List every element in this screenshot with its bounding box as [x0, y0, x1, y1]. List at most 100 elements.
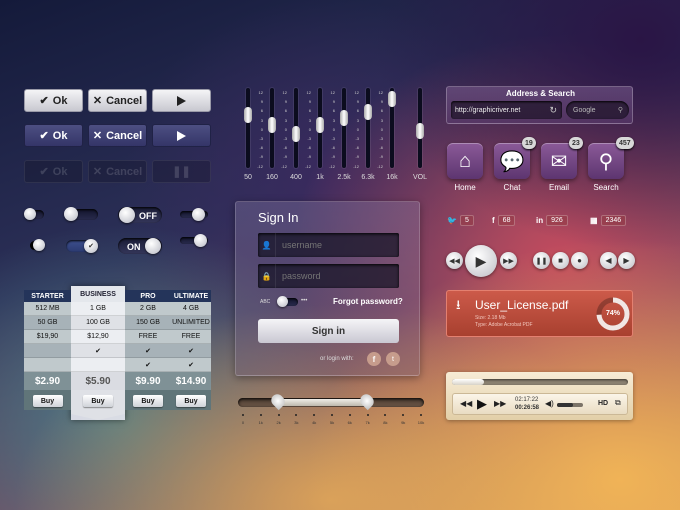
range-tick-label: 5k — [329, 420, 335, 425]
buy-button[interactable]: Buy — [133, 395, 163, 407]
rewind-icon[interactable]: ◀◀ — [460, 399, 472, 408]
download-icon[interactable]: ⭳ — [456, 296, 461, 318]
check-icon[interactable]: ✔ — [84, 239, 98, 253]
eq-slider-track[interactable] — [366, 88, 370, 168]
slim-toggle[interactable] — [64, 207, 98, 221]
eq-slider-knob[interactable] — [416, 123, 424, 140]
search-field[interactable]: Google ⚲ — [566, 101, 629, 119]
toggle-knob[interactable] — [277, 296, 288, 307]
social-count: 2346 — [600, 215, 627, 226]
eq-slider-knob[interactable] — [244, 107, 252, 124]
range-slider[interactable]: 0 1k 2k 3k 4k 5k 6k 7k 8k 9k 10k — [236, 391, 426, 428]
volume-icon[interactable]: ◀) — [545, 399, 554, 408]
password-input[interactable] — [282, 271, 392, 281]
eq-scale-label: -3 — [355, 136, 359, 141]
play-button[interactable] — [152, 89, 211, 112]
toggle-knob[interactable] — [64, 207, 78, 221]
eq-scale-label: 6 — [380, 108, 383, 114]
toggle-knob[interactable] — [24, 208, 36, 220]
app-home-button[interactable]: ⌂ — [447, 143, 483, 179]
forward-button[interactable]: ▶▶ — [500, 252, 517, 269]
username-field[interactable]: 👤 — [258, 233, 399, 257]
social-counter[interactable]: f 68 — [492, 213, 516, 228]
eq-slider-track[interactable] — [342, 88, 346, 168]
eq-slider-knob[interactable] — [388, 91, 396, 108]
tiny-toggle-on[interactable] — [180, 234, 208, 247]
signin-button[interactable]: Sign in — [258, 319, 399, 343]
forgot-password-link[interactable]: Forgot password? — [333, 297, 403, 306]
eq-scale-label: 12 — [258, 90, 263, 95]
volume-track[interactable] — [557, 403, 583, 407]
username-input[interactable] — [282, 240, 392, 250]
eq-slider-knob[interactable] — [340, 110, 348, 127]
eq-slider-knob[interactable] — [364, 104, 372, 120]
eq-scale-label: 9 — [380, 99, 383, 105]
toggle-knob[interactable] — [194, 234, 207, 247]
record-button[interactable]: ● — [571, 252, 588, 269]
buy-button[interactable]: Buy — [83, 395, 113, 407]
social-counter[interactable]: in 926 — [536, 213, 568, 228]
fullscreen-icon[interactable]: ⧉ — [615, 398, 621, 408]
show-password-toggle[interactable] — [277, 296, 298, 307]
range-tick-label: 7k — [365, 420, 370, 425]
stop-button[interactable]: ■ — [552, 252, 569, 269]
off-toggle[interactable]: OFF — [118, 207, 162, 223]
next-button[interactable]: ▶ — [618, 252, 635, 269]
range-tick-label: 9k — [401, 420, 406, 425]
address-title: Address & Search — [506, 89, 575, 98]
eq-scale-label: 3 — [332, 117, 335, 123]
buy-button[interactable]: Buy — [32, 395, 63, 407]
eq-scale-label: -12 — [281, 163, 287, 169]
social-count: 926 — [546, 215, 568, 226]
tiny-toggle[interactable] — [180, 208, 208, 221]
toggle-knob[interactable] — [192, 208, 205, 221]
pause-icon: ❚❚ — [172, 166, 191, 178]
eq-slider-knob[interactable] — [292, 126, 300, 143]
mini-toggle[interactable] — [24, 208, 44, 220]
pause-icon: ❚❚ — [535, 257, 548, 265]
cancel-button[interactable]: ✕ Cancel — [88, 89, 147, 112]
pause-button[interactable]: ❚❚ — [533, 252, 550, 269]
play-icon[interactable]: ▶ — [477, 396, 487, 412]
play-button-dark[interactable] — [152, 124, 211, 147]
mini-toggle-on[interactable] — [30, 239, 45, 251]
range-handle-high[interactable] — [357, 391, 376, 411]
search-icon[interactable]: ⚲ — [618, 106, 623, 114]
eq-scale-label: -12 — [353, 163, 359, 169]
forward-icon[interactable]: ▶▶ — [494, 399, 506, 408]
toggle-knob[interactable] — [33, 239, 45, 251]
ok-button[interactable]: ✔ Ok — [24, 89, 83, 112]
hd-button[interactable]: HD — [598, 400, 608, 407]
password-field[interactable]: 🔒 — [258, 264, 399, 288]
buy-button[interactable]: Buy — [176, 395, 206, 407]
check-icon: ✔ — [39, 130, 49, 142]
table-cell: $12,90 — [71, 330, 125, 344]
toggle-knob[interactable] — [119, 207, 135, 223]
prev-icon: ◀ — [605, 256, 612, 265]
download-type: Type: Adobe Acrobat PDF — [475, 322, 533, 328]
range-handle-low[interactable] — [268, 391, 287, 411]
pause-button-disabled: ❚❚ — [152, 160, 211, 183]
table-cell: ✔ — [171, 358, 211, 372]
url-field[interactable]: http://graphicriver.net ↻ — [451, 101, 562, 119]
main-play-button[interactable]: ▶ — [465, 245, 497, 277]
search-icon: ⚲ — [598, 150, 614, 173]
cancel-button-dark[interactable]: ✕ Cancel — [88, 124, 147, 147]
social-counter[interactable]: ▦ 2346 — [590, 213, 627, 228]
app-label: Chat — [503, 183, 521, 192]
prev-button[interactable]: ◀ — [600, 252, 617, 269]
check-toggle[interactable]: ✔ — [66, 239, 98, 253]
eq-slider-knob[interactable] — [316, 116, 324, 133]
refresh-icon[interactable]: ↻ — [549, 105, 557, 116]
eq-slider-track[interactable] — [246, 88, 250, 168]
ok-button-dark[interactable]: ✔ Ok — [24, 124, 83, 147]
social-counter[interactable]: 🐦 5 — [447, 213, 474, 228]
player-progress-track[interactable] — [452, 379, 628, 385]
home-icon: ⌂ — [458, 149, 472, 172]
eq-slider-knob[interactable] — [268, 117, 276, 134]
toggle-knob[interactable] — [145, 238, 161, 254]
twitter-icon[interactable]: t — [386, 352, 400, 366]
rewind-button[interactable]: ◀◀ — [446, 252, 463, 269]
on-toggle[interactable]: ON — [118, 238, 162, 254]
facebook-icon[interactable]: f — [367, 352, 381, 366]
